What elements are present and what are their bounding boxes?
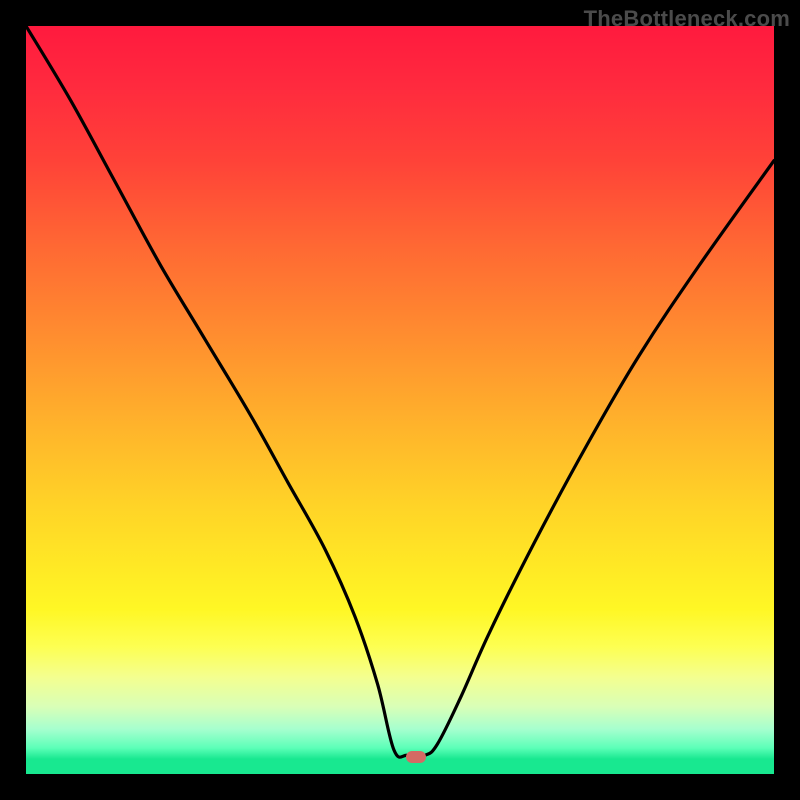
chart-frame: TheBottleneck.com (0, 0, 800, 800)
optimal-point-marker (406, 751, 426, 763)
bottleneck-curve (26, 26, 774, 774)
chart-plot-area (26, 26, 774, 774)
watermark-text: TheBottleneck.com (584, 6, 790, 32)
